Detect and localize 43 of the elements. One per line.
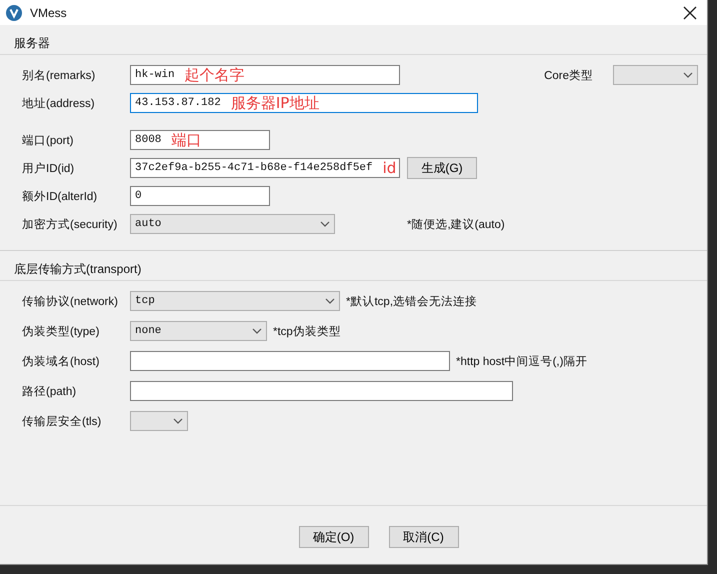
field-label: 伪装域名(host) [22, 354, 100, 368]
field-label: 传输层安全(tls) [22, 414, 102, 428]
ok-button[interactable]: 确定(O) [298, 526, 368, 548]
chevron-icon [320, 221, 330, 227]
field-label: 额外ID(alterId) [22, 190, 98, 204]
generate-button[interactable]: 生成(G) [407, 157, 477, 179]
dropdown[interactable]: auto [130, 214, 335, 234]
field-label: 加密方式(security) [22, 217, 118, 232]
input-field[interactable] [130, 381, 513, 401]
input-field[interactable]: hk-win 起个名字 [130, 65, 400, 85]
field-label: 路径(path) [22, 384, 78, 398]
chevron-icon [325, 298, 335, 304]
window-title: VMess [30, 6, 68, 20]
input-field[interactable] [130, 351, 450, 371]
chevron-icon [252, 328, 262, 334]
hint-text: *http host中间逗号(,)隔开 [456, 354, 588, 368]
close-icon[interactable] [683, 6, 697, 20]
hint-text: *随便选,建议(auto) [407, 217, 505, 232]
annotation-text: 服务器IP地址 [230, 94, 320, 112]
input-field[interactable]: 37c2ef9a-b255-4c71-b68e-f14e258df5ef id [130, 158, 400, 178]
logo-icon [6, 4, 22, 20]
section-title: 底层传输方式(transport) [14, 261, 142, 278]
hint-text: *tcp伪装类型 [273, 324, 341, 338]
chevron-icon [683, 72, 693, 78]
dropdown[interactable]: none [130, 321, 267, 341]
annotation-text: 端口 [171, 130, 202, 150]
field-label: 别名(remarks) [22, 68, 96, 82]
cancel-button[interactable]: 取消(C) [388, 526, 458, 548]
dropdown[interactable]: tcp [130, 291, 340, 311]
chevron-icon [173, 418, 183, 424]
field-label: 用户ID(id) [22, 161, 76, 176]
field-label: 端口(port) [22, 134, 74, 148]
annotation-text: 起个名字 [184, 66, 245, 84]
hint-text: *默认tcp,选错会无法连接 [346, 294, 478, 308]
input-field[interactable]: 8008 端口 [130, 130, 270, 150]
input-field[interactable]: 0 [130, 186, 270, 206]
input-field[interactable]: 43.153.87.182 服务器IP地址 [130, 93, 478, 113]
annotation-text: id [382, 159, 396, 177]
field-label: Core类型 [544, 68, 593, 82]
field-label: 伪装类型(type) [22, 324, 100, 338]
section-title: 服务器 [14, 35, 51, 52]
field-label: 传输协议(network) [22, 294, 119, 308]
field-label: 地址(address) [22, 96, 96, 110]
